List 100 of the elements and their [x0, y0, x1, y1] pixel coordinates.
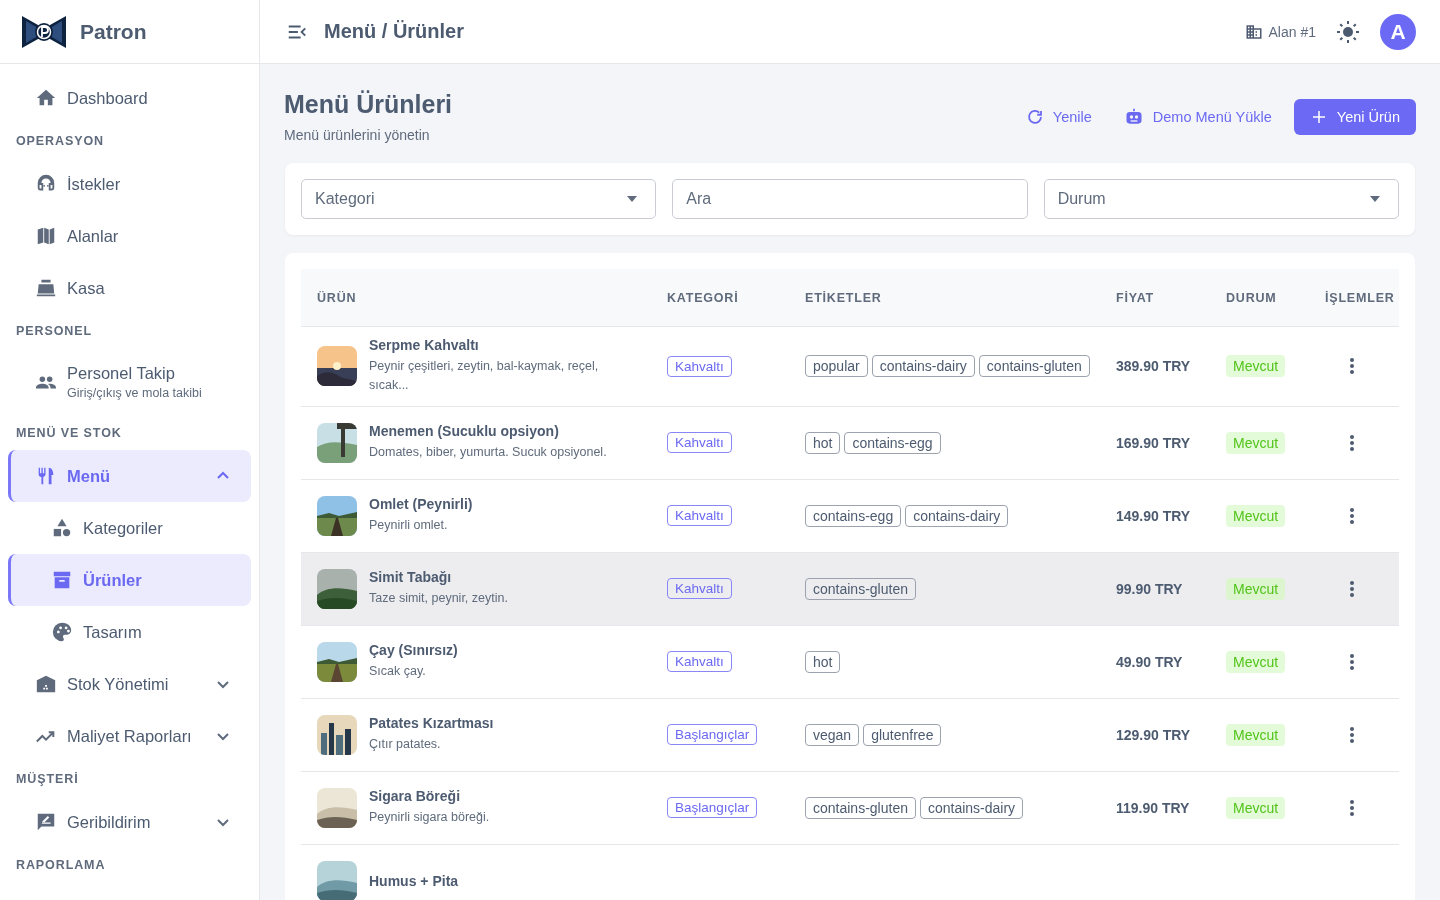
nav-label: Kasa: [67, 278, 105, 298]
status-badge: Mevcut: [1226, 723, 1286, 746]
table-row[interactable]: Serpme Kahvaltı Peynir çeşitleri, zeytin, bal-kaymak, reçel, sıcak... Kahvaltı popular contains-dairy contains-gluten 389.90 TRY Mevcut: [301, 327, 1399, 407]
label-tag: contains-gluten: [805, 796, 916, 819]
nav-item[interactable]: Geribildirim: [8, 796, 251, 848]
status-badge: Mevcut: [1226, 577, 1286, 600]
nav-item[interactable]: Personel Takip Giriş/çıkış ve mola takibi: [8, 348, 251, 416]
more-options-icon[interactable]: [1349, 579, 1355, 598]
column-header: KATEGORİ: [666, 290, 740, 305]
user-avatar[interactable]: A: [1380, 13, 1416, 50]
table-row[interactable]: Sigara Böreği Peynirli sigara böreği. Başlangıçlar contains-gluten contains-dairy 119.90 TRY Mevcut: [301, 771, 1399, 845]
column-header: FİYAT: [1115, 290, 1156, 305]
table-row[interactable]: Simit Tabağı Taze simit, peynir, zeytin. Kahvaltı contains-gluten 99.90 TRY Mevcut: [301, 552, 1399, 626]
label-tag: contains-egg: [844, 431, 941, 454]
nav-item[interactable]: Dashboard: [8, 72, 251, 124]
dropdown-caret-icon: [1370, 196, 1380, 202]
nav-item[interactable]: Kasa: [8, 262, 251, 314]
refresh-button[interactable]: Yenile: [1011, 98, 1106, 135]
section-label: RAPORLAMA: [16, 858, 106, 872]
select-field[interactable]: Kategori: [301, 179, 657, 219]
nav-label: Ürünler: [83, 570, 142, 590]
table-row[interactable]: Patates Kızartması Çıtır patates. Başlangıçlar vegan glutenfree 129.90 TRY Mevcut: [301, 698, 1399, 772]
section-label: PERSONEL: [16, 324, 92, 338]
category-tag: Kahvaltı: [667, 432, 732, 454]
table-row[interactable]: Çay (Sınırsız) Sıcak çay. Kahvaltı hot 49.90 TRY Mevcut: [301, 625, 1399, 699]
status-badge: Mevcut: [1226, 796, 1286, 819]
label-tag: contains-egg: [805, 504, 902, 527]
product-description: Sıcak çay.: [369, 663, 427, 681]
label-tag: popular: [805, 355, 868, 378]
price: 149.90 TRY: [1116, 507, 1191, 524]
nav-label: Menü: [67, 466, 111, 486]
nav-label: Personel Takip: [67, 364, 176, 383]
nav-item[interactable]: İstekler: [8, 158, 251, 210]
nav-item[interactable]: Stok Yönetimi: [8, 658, 251, 710]
nav-item[interactable]: Maliyet Raporları: [8, 710, 251, 762]
building-icon: [1244, 22, 1263, 41]
nav-item[interactable]: Menü: [8, 450, 251, 502]
page-title: Menü Ürünleri: [284, 90, 453, 119]
column-header: ÜRÜN: [316, 290, 358, 305]
refresh-icon: [1025, 107, 1044, 126]
status-badge: Mevcut: [1226, 504, 1286, 527]
demo-menu-button[interactable]: Demo Menü Yükle: [1109, 97, 1286, 136]
label-tag: contains-gluten: [978, 355, 1090, 378]
product-description: Peynirli omlet.: [369, 517, 449, 535]
table-row[interactable]: Menemen (Sucuklu opsiyon) Domates, biber, yumurta. Sucuk opsiyonel. Kahvaltı hot contains-egg 169.90 TRY Mevcut: [301, 406, 1399, 480]
product-name: Patates Kızartması: [369, 715, 494, 732]
warehouse-icon: [35, 673, 57, 695]
label-tag: contains-dairy: [871, 355, 975, 378]
map-icon: [35, 225, 57, 247]
sun-icon: [1336, 19, 1360, 44]
bow-tie-logo: [20, 13, 68, 50]
submenu-item[interactable]: Kategoriler: [8, 502, 251, 554]
status-badge: Mevcut: [1226, 355, 1286, 378]
label-tag: vegan: [805, 723, 860, 746]
cash-register-icon: [35, 277, 57, 299]
nav-subtitle: Giriş/çıkış ve mola takibi: [67, 386, 202, 400]
table-row[interactable]: Omlet (Peynirli) Peynirli omlet. Kahvaltı contains-egg contains-dairy 149.90 TRY Mevcut: [301, 479, 1399, 553]
more-options-icon[interactable]: [1349, 433, 1355, 452]
new-item-button[interactable]: Yeni Ürün: [1293, 98, 1416, 135]
column-header: DURUM: [1225, 290, 1278, 305]
more-options-icon[interactable]: [1349, 725, 1355, 744]
product-name: Simit Tabağı: [369, 569, 453, 586]
dropdown-caret-icon: [627, 196, 638, 202]
shapes-icon: [51, 517, 73, 539]
submenu-item[interactable]: Ürünler: [8, 554, 251, 606]
nav-label: Kategoriler: [83, 518, 163, 538]
product-description: Taze simit, peynir, zeytin.: [369, 590, 508, 608]
price: 129.90 TRY: [1116, 726, 1191, 743]
section-label: MÜŞTERİ: [16, 772, 79, 786]
label-tag: contains-dairy: [905, 504, 1009, 527]
product-description: Domates, biber, yumurta. Sucuk opsiyonel.: [369, 444, 607, 462]
breadcrumb: Menü / Ürünler: [324, 20, 464, 43]
price: 49.90 TRY: [1116, 653, 1183, 670]
brand-name: Patron: [80, 19, 147, 44]
location-selector[interactable]: Alan #1: [1244, 22, 1316, 41]
product-name: Menemen (Sucuklu opsiyon): [369, 423, 560, 440]
more-options-icon[interactable]: [1349, 798, 1355, 817]
status-badge: Mevcut: [1226, 650, 1286, 673]
nav-label: Tasarım: [83, 622, 142, 642]
nav-label: Dashboard: [67, 88, 148, 108]
search-field[interactable]: Ara: [672, 179, 1028, 219]
page-subtitle: Menü ürünlerini yönetin: [284, 127, 431, 143]
nav-label: Alanlar: [67, 226, 119, 246]
more-options-icon[interactable]: [1349, 506, 1355, 525]
product-description: Peynir çeşitleri, zeytin, bal-kaymak, reçel, sıcak...: [369, 358, 600, 395]
price: 119.90 TRY: [1116, 799, 1190, 816]
product-name: Humus + Pita: [369, 872, 459, 889]
table-row[interactable]: Humus + Pita: [301, 844, 1399, 900]
archive-box-icon: [51, 569, 73, 591]
category-tag: Kahvaltı: [667, 505, 732, 527]
select-field[interactable]: Durum: [1043, 179, 1399, 219]
product-description: Çıtır patates.: [369, 736, 442, 754]
submenu-item[interactable]: Tasarım: [8, 606, 251, 658]
nav-label: Geribildirim: [67, 812, 151, 832]
category-tag: Kahvaltı: [667, 651, 732, 673]
more-options-icon[interactable]: [1349, 357, 1355, 376]
more-options-icon[interactable]: [1349, 652, 1355, 671]
nav-item[interactable]: Alanlar: [8, 210, 251, 262]
category-tag: Başlangıçlar: [667, 724, 758, 746]
label-tag: contains-dairy: [919, 796, 1024, 819]
